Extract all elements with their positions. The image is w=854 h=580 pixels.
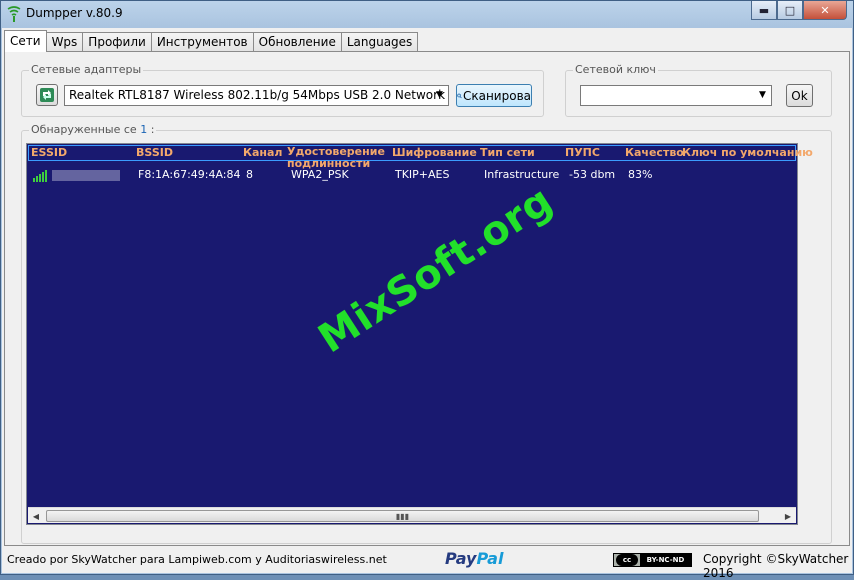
- scan-button-label: Сканирова: [462, 88, 531, 103]
- cc-terms: BY-NC-ND: [640, 554, 691, 566]
- column-auth[interactable]: Удостоверение подлинности: [287, 146, 385, 170]
- tab-wps[interactable]: Wps: [45, 32, 84, 52]
- cell-channel: 8: [246, 168, 253, 181]
- detected-colon: :: [150, 123, 155, 136]
- network-key-group: Сетевой ключ ▼ Ok: [565, 63, 832, 117]
- refresh-adapters-button[interactable]: [36, 84, 58, 106]
- tab-profiles[interactable]: Профили: [82, 32, 152, 52]
- maximize-icon: □: [784, 3, 796, 17]
- scan-icon: [457, 93, 462, 98]
- column-essid[interactable]: ESSID: [31, 146, 67, 159]
- tab-bar: Сети Wps Профили Инструментов Обновление…: [4, 30, 419, 52]
- list-header: ESSID BSSID Канал Удостоверение подлинно…: [28, 145, 813, 170]
- column-encryption[interactable]: Шифрование: [392, 146, 477, 159]
- column-rssi[interactable]: ПУПС: [565, 146, 600, 159]
- app-window: Dumpper v.80.9 ▬ □ ✕ Сети Wps Профили Ин…: [0, 0, 854, 580]
- detected-networks-title: Обнаруженные се 1 :: [29, 123, 157, 136]
- column-channel[interactable]: Канал: [243, 146, 283, 159]
- cell-bssid: F8:1A:67:49:4A:84: [138, 168, 241, 181]
- chevron-down-icon[interactable]: ▼: [754, 86, 771, 105]
- column-bssid[interactable]: BSSID: [136, 146, 173, 159]
- detected-count: 1: [140, 123, 148, 136]
- paypal-pay: Pay: [445, 549, 477, 568]
- cell-quality: 83%: [628, 168, 653, 181]
- adapters-group-title: Сетевые адаптеры: [29, 63, 144, 76]
- close-icon: ✕: [820, 3, 830, 17]
- scroll-right-icon[interactable]: ▶: [780, 508, 796, 524]
- scroll-left-icon[interactable]: ◀: [28, 508, 44, 524]
- adapters-group: Сетевые адаптеры Realtek RTL8187 Wireles…: [21, 63, 544, 117]
- cell-auth: WPA2_PSK: [291, 168, 349, 181]
- adapter-select[interactable]: Realtek RTL8187 Wireless 802.11b/g 54Mbp…: [64, 85, 449, 106]
- column-quality[interactable]: Качество: [625, 146, 684, 159]
- signal-strength-icon: [33, 170, 47, 182]
- copyright-text: Copyright ©SkyWatcher 2016: [703, 552, 849, 580]
- window-title: Dumpper v.80.9: [26, 6, 123, 20]
- networks-list[interactable]: ESSID BSSID Канал Удостоверение подлинно…: [26, 143, 813, 525]
- window-controls: ▬ □ ✕: [751, 1, 847, 20]
- tab-languages[interactable]: Languages: [340, 32, 419, 52]
- cell-encryption: TKIP+AES: [395, 168, 450, 181]
- table-row[interactable]: F8:1A:67:49:4A:84 8 WPA2_PSK TKIP+AES In…: [28, 168, 796, 184]
- maximize-button[interactable]: □: [777, 1, 803, 20]
- paypal-logo[interactable]: PayPal: [445, 549, 503, 568]
- cell-rssi: -53 dbm: [569, 168, 616, 181]
- refresh-icon: [40, 88, 54, 102]
- tab-update[interactable]: Обновление: [252, 32, 342, 52]
- cc-license-badge[interactable]: cc BY-NC-ND: [613, 553, 692, 567]
- chevron-down-icon[interactable]: ▼: [431, 86, 448, 105]
- detected-label: Обнаруженные се: [31, 123, 137, 136]
- tab-networks[interactable]: Сети: [4, 30, 47, 52]
- networks-panel: Сетевые адаптеры Realtek RTL8187 Wireles…: [4, 51, 850, 546]
- cc-icon: cc: [616, 554, 638, 566]
- paypal-pal: Pal: [476, 549, 504, 568]
- horizontal-scrollbar[interactable]: ◀ ▮▮▮ ▶: [28, 507, 796, 523]
- essid-redacted: [52, 170, 120, 181]
- close-button[interactable]: ✕: [803, 1, 847, 20]
- ok-button-label: Ok: [791, 88, 808, 103]
- scroll-thumb[interactable]: ▮▮▮: [46, 510, 759, 522]
- tab-tools[interactable]: Инструментов: [150, 32, 254, 52]
- column-default-key[interactable]: Ключ по умолчанию: [682, 146, 813, 159]
- network-key-group-title: Сетевой ключ: [573, 63, 658, 76]
- minimize-icon: ▬: [758, 3, 770, 17]
- status-bar: Creado por SkyWatcher para Lampiweb.com …: [2, 546, 852, 580]
- wifi-signal-icon: [7, 6, 21, 22]
- title-bar[interactable]: Dumpper v.80.9 ▬ □ ✕: [1, 1, 853, 27]
- client-area: Сети Wps Профили Инструментов Обновление…: [2, 28, 852, 580]
- network-key-select[interactable]: ▼: [580, 85, 772, 106]
- minimize-button[interactable]: ▬: [751, 1, 777, 20]
- adapter-select-value: Realtek RTL8187 Wireless 802.11b/g 54Mbp…: [69, 88, 448, 102]
- cell-network-type: Infrastructure: [484, 168, 560, 181]
- scan-button[interactable]: Сканирова: [456, 84, 532, 107]
- credit-text: Creado por SkyWatcher para Lampiweb.com …: [7, 553, 387, 566]
- column-network-type[interactable]: Тип сети: [480, 146, 535, 159]
- ok-button[interactable]: Ok: [786, 84, 813, 107]
